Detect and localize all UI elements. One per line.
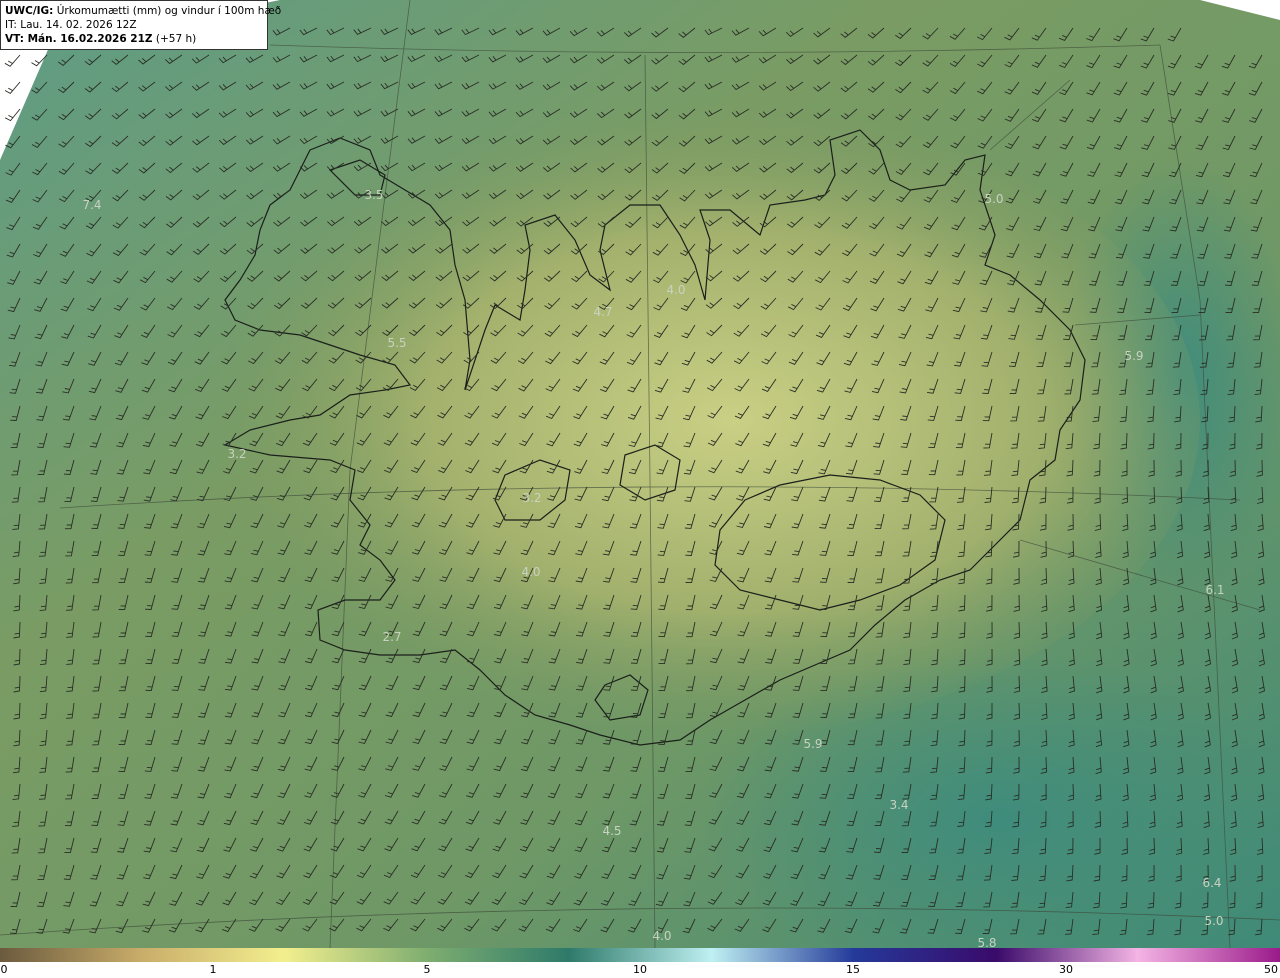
valid-time: VT: Mán. 16.02.2026 21Z xyxy=(5,33,153,45)
value-label: 5.0 xyxy=(984,192,1003,206)
product-line: UWC/IG: Úrkomumætti (mm) og vindur í 100… xyxy=(5,4,281,18)
value-label: 3.2 xyxy=(522,491,541,505)
legend-tick: 30 xyxy=(1059,963,1073,976)
value-label: 4.0 xyxy=(521,565,540,579)
value-label: 2.7 xyxy=(382,630,401,644)
legend-tick: 15 xyxy=(846,963,860,976)
value-label: 5.9 xyxy=(1124,349,1143,363)
legend-tick: 5 xyxy=(423,963,431,976)
map-header: UWC/IG: Úrkomumætti (mm) og vindur í 100… xyxy=(0,0,281,50)
value-label: 6.1 xyxy=(1205,583,1224,597)
color-legend-strip xyxy=(0,948,1280,962)
value-label: 5.8 xyxy=(977,936,996,948)
weather-map: 3.5 7.4 4.7 4.0 5.0 5.5 5.9 3.2 3.2 4.0 … xyxy=(0,0,1280,948)
value-label: 4.0 xyxy=(666,283,685,297)
value-label: 5.5 xyxy=(387,336,406,350)
value-label: 7.4 xyxy=(82,198,101,212)
value-label: 5.9 xyxy=(803,737,822,751)
product-code: UWC/IG: xyxy=(5,5,54,17)
value-label: 4.0 xyxy=(652,929,671,943)
legend-tick: 0 xyxy=(0,963,8,976)
value-label: 3.4 xyxy=(889,798,908,812)
legend-tick: 1 xyxy=(209,963,217,976)
legend-tick: 50 xyxy=(1264,963,1278,976)
value-label: 3.5 xyxy=(364,188,383,202)
valid-line: VT: Mán. 16.02.2026 21Z (+57 h) xyxy=(5,32,263,46)
value-label: 4.5 xyxy=(602,824,621,838)
issue-time: IT: Lau. 14. 02. 2026 12Z xyxy=(5,19,137,31)
value-label: 4.7 xyxy=(593,305,612,319)
value-label: 6.4 xyxy=(1202,876,1221,890)
value-label: 3.2 xyxy=(227,447,246,461)
value-label: 5.0 xyxy=(1204,914,1223,928)
product-title: Úrkomumætti (mm) og vindur í 100m hæð xyxy=(53,5,282,17)
forecast-offset: (+57 h) xyxy=(152,33,197,45)
color-legend: 0 1 5 10 15 30 50 xyxy=(0,948,1280,978)
legend-tick: 10 xyxy=(633,963,647,976)
